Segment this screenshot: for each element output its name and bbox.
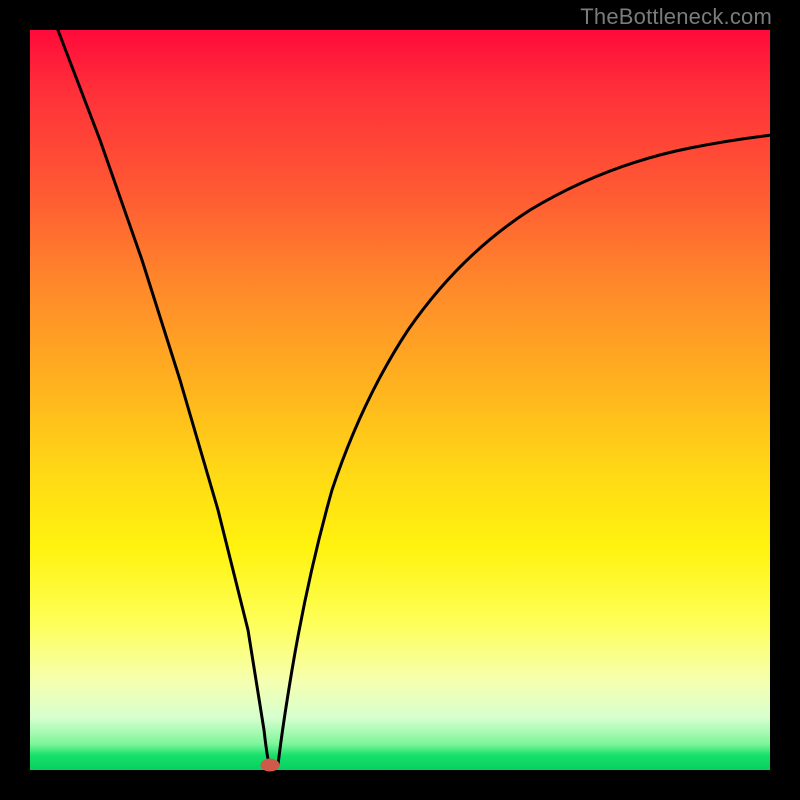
bottleneck-curve bbox=[30, 30, 770, 770]
curve-left-branch bbox=[56, 25, 270, 765]
plot-area bbox=[30, 30, 770, 770]
curve-right-branch bbox=[278, 135, 772, 765]
minimum-marker bbox=[261, 759, 280, 772]
chart-frame: TheBottleneck.com bbox=[0, 0, 800, 800]
watermark-text: TheBottleneck.com bbox=[580, 4, 772, 30]
